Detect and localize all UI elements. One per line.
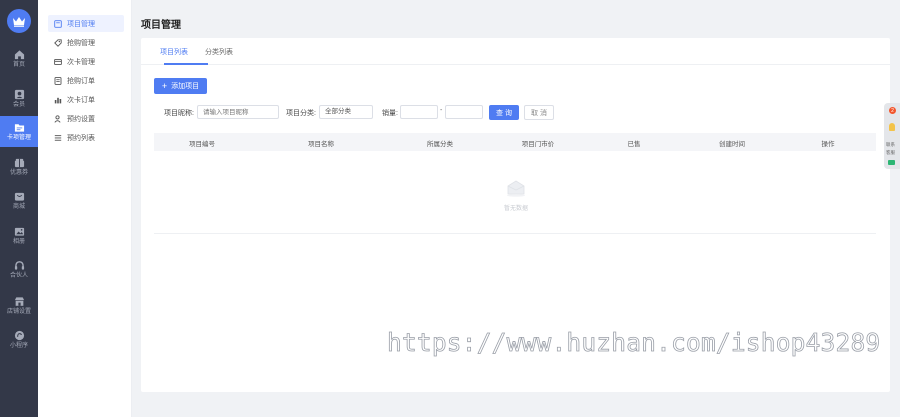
column-header: 创建时间 (719, 141, 745, 148)
column-header: 所属分类 (427, 141, 453, 148)
category-select-value: 全部分类 (325, 108, 351, 115)
add-project-label: 添加项目 (171, 83, 200, 90)
box-icon (54, 19, 62, 28)
sub-item-label: 预约列表 (67, 134, 95, 142)
empty-state-text: 暂无数据 (503, 206, 529, 212)
secondary-menu: 项目管理 抢购管理 次卡管理 抢购订单 次卡订单 预约设置 预约列表 (38, 0, 132, 417)
bulb-icon[interactable] (889, 123, 895, 131)
sub-item-label: 预约设置 (67, 115, 95, 123)
active-tab-indicator (164, 63, 208, 65)
nav-item-store-settings[interactable]: 店铺设置 (0, 292, 38, 320)
column-header: 项目门市价 (521, 141, 555, 148)
folder-icon (14, 123, 24, 132)
order-icon (54, 76, 62, 85)
list-icon (54, 134, 62, 141)
check-icon[interactable] (888, 160, 895, 165)
nav-item-label: 优惠券 (9, 170, 28, 176)
floating-toolbar[interactable]: 2 联系 客服 (884, 103, 900, 169)
add-project-button[interactable]: + 添加项目 (154, 78, 207, 94)
album-icon (14, 227, 24, 236)
miniapp-icon (14, 330, 24, 341)
nav-item-partner[interactable]: 合伙人 (0, 256, 38, 284)
sales-min-input[interactable] (400, 105, 438, 119)
coupon-icon (14, 158, 24, 168)
sub-item-flash-sale-orders[interactable]: 抢购订单 (48, 72, 124, 89)
tab-category-list[interactable]: 分类列表 (205, 47, 233, 57)
card-icon (54, 58, 62, 65)
nav-item-label: 首页 (12, 62, 25, 68)
sub-item-booking-settings[interactable]: 预约设置 (48, 110, 124, 127)
sub-item-times-card[interactable]: 次卡管理 (48, 53, 124, 70)
tab-bar: 项目列表 分类列表 (141, 38, 890, 65)
main-sidebar: 首页 会员 卡项管理 优惠券 商城 相册 合伙人 店铺设置 小程序 (0, 0, 38, 417)
sub-item-project-management[interactable]: 项目管理 (48, 15, 124, 32)
nav-item-member[interactable]: 会员 (0, 85, 38, 113)
nav-item-mall[interactable]: 商城 (0, 187, 38, 215)
sub-item-booking-list[interactable]: 预约列表 (48, 129, 124, 146)
chart-icon (54, 97, 62, 103)
sub-item-times-card-orders[interactable]: 次卡订单 (48, 91, 124, 108)
column-header: 已售 (627, 141, 641, 148)
plus-icon: + (161, 80, 168, 91)
nav-item-label: 会员 (12, 102, 25, 108)
project-category-label: 项目分类: (286, 110, 316, 117)
column-header: 项目名称 (308, 141, 334, 148)
range-separator: - (440, 107, 443, 114)
float-label: 客服 (886, 150, 895, 155)
page-title: 项目管理 (141, 20, 181, 31)
project-category-select[interactable]: 全部分类 (319, 105, 373, 119)
app-logo[interactable] (7, 9, 31, 33)
nav-item-miniapp[interactable]: 小程序 (0, 326, 38, 354)
home-icon (14, 50, 24, 60)
query-button[interactable]: 查 询 (489, 105, 519, 120)
user-setting-icon (54, 114, 61, 123)
crown-icon (13, 16, 25, 27)
float-label: 联系 (886, 142, 895, 147)
nav-item-coupon[interactable]: 优惠券 (0, 153, 38, 181)
nav-item-label: 卡项管理 (6, 134, 31, 141)
watermark-text: https://www.huzhan.com/ishop43289 (387, 328, 881, 358)
nav-item-album[interactable]: 相册 (0, 222, 38, 250)
cancel-button[interactable]: 取 消 (524, 105, 554, 120)
nav-item-label: 商城 (12, 204, 25, 210)
table-divider (154, 233, 876, 234)
tab-project-list[interactable]: 项目列表 (160, 47, 188, 57)
store-icon (14, 297, 24, 306)
nav-item-label: 小程序 (9, 343, 28, 349)
sub-item-label: 抢购订单 (67, 77, 95, 85)
tag-icon (54, 38, 62, 47)
project-name-input[interactable] (197, 105, 279, 119)
sales-max-input[interactable] (445, 105, 483, 119)
table-header: 项目编号 项目名称 所属分类 项目门市价 已售 创建时间 操作 (154, 133, 876, 151)
sub-item-label: 次卡管理 (67, 58, 95, 66)
member-icon (14, 89, 24, 100)
nav-item-home[interactable]: 首页 (0, 45, 38, 73)
column-header: 项目编号 (189, 141, 215, 148)
empty-box-icon (507, 180, 525, 197)
notification-badge[interactable]: 2 (889, 107, 896, 114)
mall-icon (14, 192, 24, 201)
nav-item-label: 合伙人 (9, 273, 28, 279)
column-header: 操作 (821, 141, 835, 148)
nav-item-label: 店铺设置 (6, 309, 31, 315)
partner-icon (14, 261, 24, 270)
sales-label: 销量: (382, 110, 398, 117)
nav-item-card-management[interactable]: 卡项管理 (0, 116, 38, 147)
nav-item-label: 相册 (12, 239, 25, 245)
project-name-label: 项目昵称: (164, 110, 194, 117)
sub-item-label: 抢购管理 (67, 39, 95, 47)
sub-item-label: 次卡订单 (67, 96, 95, 104)
sub-item-label: 项目管理 (67, 20, 95, 28)
sub-item-flash-sale[interactable]: 抢购管理 (48, 34, 124, 51)
